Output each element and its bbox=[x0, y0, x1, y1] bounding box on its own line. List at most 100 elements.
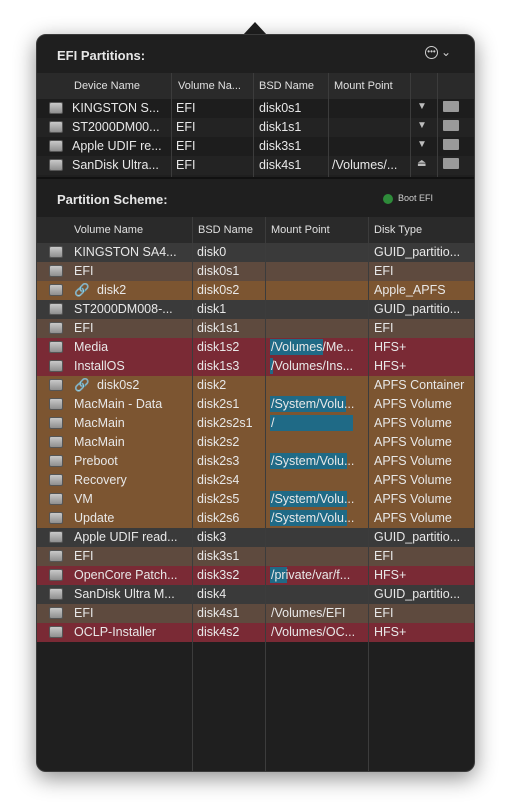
disk-type: HFS+ bbox=[374, 625, 407, 639]
disk-type: Apple_APFS bbox=[374, 283, 446, 297]
boot-efi-label: Boot EFI bbox=[398, 193, 434, 203]
disk-type: GUID_partitio... bbox=[374, 587, 461, 601]
scheme-table-row[interactable]: ST2000DM008-... disk1 GUID_partitio... bbox=[37, 300, 474, 319]
link-icon: 🔗 bbox=[74, 283, 90, 297]
disk-type: APFS Volume bbox=[374, 454, 452, 468]
bsd-name: disk2s2 bbox=[197, 435, 240, 449]
scheme-table-row[interactable]: SanDisk Ultra M... disk4 GUID_partitio... bbox=[37, 585, 474, 604]
scheme-table-row[interactable]: OpenCore Patch... disk3s2/private/var/f..… bbox=[37, 566, 474, 585]
scheme-table-row[interactable]: KINGSTON SA4... disk0 GUID_partitio... bbox=[37, 243, 474, 262]
scheme-table-row[interactable]: EFI disk0s1 EFI bbox=[37, 262, 474, 281]
disk-icon bbox=[49, 121, 63, 133]
bsd-name: disk2s1 bbox=[197, 397, 240, 411]
scheme-table-row[interactable]: EFI disk4s1/Volumes/EFI EFI bbox=[37, 604, 474, 623]
folder-icon[interactable] bbox=[443, 120, 459, 131]
bsd-name: disk1s1 bbox=[197, 321, 240, 335]
scheme-table-row[interactable]: 🔗 disk0s2 disk2 APFS Container bbox=[37, 376, 474, 395]
scheme-table-row[interactable]: Apple UDIF read... disk3 GUID_partitio... bbox=[37, 528, 474, 547]
efi-volume: EFI bbox=[176, 139, 196, 153]
mount-icon[interactable]: ▼ bbox=[417, 101, 427, 112]
folder-icon[interactable] bbox=[443, 101, 459, 112]
volume-name: disk2 bbox=[97, 283, 127, 297]
scheme-table-row[interactable]: EFI disk1s1 EFI bbox=[37, 319, 474, 338]
efi-table-row[interactable]: Apple UDIF re... EFI disk3s1 ▼ bbox=[37, 137, 474, 156]
bsd-name: disk3s2 bbox=[197, 568, 240, 582]
col-disk-type[interactable]: Disk Type bbox=[374, 224, 422, 236]
bsd-name: disk2s5 bbox=[197, 492, 240, 506]
scheme-table-row[interactable]: 🔗 disk2 disk0s2 Apple_APFS bbox=[37, 281, 474, 300]
scheme-table-row[interactable]: MacMain disk2s2 APFS Volume bbox=[37, 433, 474, 452]
volume-name: Apple UDIF read... bbox=[74, 530, 178, 544]
volume-name: KINGSTON SA4... bbox=[74, 245, 177, 259]
disk-type: EFI bbox=[374, 549, 394, 563]
efi-mount: /Volumes/... bbox=[332, 158, 398, 172]
bsd-name: disk2 bbox=[197, 378, 227, 392]
scheme-table-row[interactable]: MacMain disk2s2s1 / APFS Volume bbox=[37, 414, 474, 433]
disk-icon bbox=[49, 569, 63, 581]
disk-icon bbox=[49, 159, 63, 171]
scheme-table-row[interactable]: VM disk2s5/System/Volu... APFS Volume bbox=[37, 490, 474, 509]
disk-icon bbox=[49, 550, 63, 562]
disk-icon bbox=[49, 284, 63, 296]
efi-device: KINGSTON S... bbox=[72, 101, 160, 115]
disk-icon bbox=[49, 607, 63, 619]
efi-table-row[interactable]: SanDisk Ultra... EFI disk4s1/Volumes/... ⏏ bbox=[37, 156, 474, 175]
mount-icon[interactable]: ▼ bbox=[417, 120, 427, 131]
scheme-table-row[interactable]: Recovery disk2s4 APFS Volume bbox=[37, 471, 474, 490]
link-icon: 🔗 bbox=[74, 378, 90, 392]
mount-point: /Volumes/Ins... bbox=[271, 359, 353, 373]
ellipsis-circle-icon: ••• bbox=[425, 45, 438, 59]
scheme-table-row[interactable]: Preboot disk2s3/System/Volu... APFS Volume bbox=[37, 452, 474, 471]
bsd-name: disk4s1 bbox=[197, 606, 240, 620]
options-menu-button[interactable]: ••• ⌄ bbox=[425, 45, 451, 59]
disk-icon bbox=[49, 360, 63, 372]
bsd-name: disk0s2 bbox=[197, 283, 240, 297]
scheme-table-row[interactable]: Update disk2s6/System/Volu... APFS Volume bbox=[37, 509, 474, 528]
disk-icon bbox=[49, 436, 63, 448]
scheme-table-row[interactable]: OCLP-Installer disk4s2/Volumes/OC... HFS+ bbox=[37, 623, 474, 642]
mount-point: / bbox=[271, 416, 275, 430]
col-mount-point[interactable]: Mount Point bbox=[334, 80, 393, 92]
volume-name: SanDisk Ultra M... bbox=[74, 587, 175, 601]
col-device-name[interactable]: Device Name bbox=[74, 80, 140, 92]
efi-bsd: disk4s1 bbox=[259, 158, 302, 172]
scheme-table-row[interactable]: Media disk1s2/Volumes/Me... HFS+ bbox=[37, 338, 474, 357]
mount-point: /System/Volu... bbox=[271, 397, 355, 411]
bsd-name: disk3s1 bbox=[197, 549, 240, 563]
folder-icon[interactable] bbox=[443, 158, 459, 169]
volume-name: Preboot bbox=[74, 454, 118, 468]
mount-icon[interactable]: ▼ bbox=[417, 139, 427, 150]
volume-name: MacMain - Data bbox=[74, 397, 163, 411]
efi-table-row[interactable]: KINGSTON S... EFI disk0s1 ▼ bbox=[37, 99, 474, 118]
disk-type: GUID_partitio... bbox=[374, 530, 461, 544]
scheme-table-row[interactable]: InstallOS disk1s3/Volumes/Ins... HFS+ bbox=[37, 357, 474, 376]
col-volume-name[interactable]: Volume Name bbox=[74, 224, 143, 236]
efi-table-header: Device Name Volume Na... BSD Name Mount … bbox=[37, 73, 474, 99]
bsd-name: disk2s6 bbox=[197, 511, 240, 525]
disk-type: EFI bbox=[374, 264, 394, 278]
efi-table-row[interactable]: ST2000DM00... EFI disk1s1 ▼ bbox=[37, 118, 474, 137]
col-bsd-name[interactable]: BSD Name bbox=[259, 80, 314, 92]
volume-name: EFI bbox=[74, 321, 94, 335]
disk-icon bbox=[49, 455, 63, 467]
disk-type: APFS Volume bbox=[374, 492, 452, 506]
disk-type: HFS+ bbox=[374, 568, 407, 582]
folder-icon[interactable] bbox=[443, 139, 459, 150]
scheme-table-row[interactable]: MacMain - Data disk2s1/System/Volu... APFS… bbox=[37, 395, 474, 414]
mount-point: /Volumes/EFI bbox=[271, 606, 346, 620]
col-volume-name[interactable]: Volume Na... bbox=[178, 80, 241, 92]
volume-name: Update bbox=[74, 511, 115, 525]
volume-name: EFI bbox=[74, 606, 94, 620]
col-mount-point[interactable]: Mount Point bbox=[271, 224, 330, 236]
disk-icon bbox=[49, 102, 63, 114]
disk-type: HFS+ bbox=[374, 359, 407, 373]
mount-point: /System/Volu... bbox=[271, 454, 355, 468]
disk-icon bbox=[49, 140, 63, 152]
mount-point: /Volumes/OC... bbox=[271, 625, 356, 639]
col-bsd-name[interactable]: BSD Name bbox=[198, 224, 253, 236]
scheme-table-row[interactable]: EFI disk3s1 EFI bbox=[37, 547, 474, 566]
disk-icon bbox=[49, 493, 63, 505]
volume-name: disk0s2 bbox=[97, 378, 140, 392]
eject-icon[interactable]: ⏏ bbox=[417, 158, 426, 169]
disk-icon bbox=[49, 341, 63, 353]
